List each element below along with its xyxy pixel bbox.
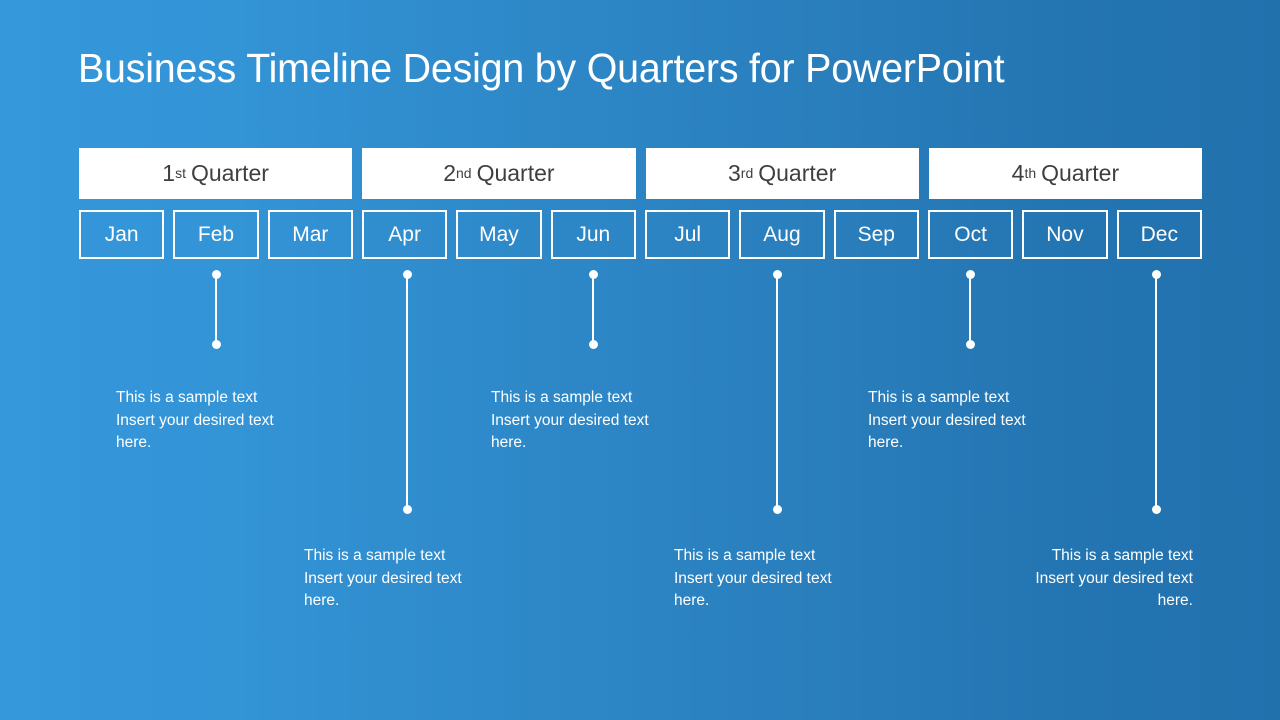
milestone-text-dec-line2: Insert your desired text <box>1035 569 1193 587</box>
milestone-text-jun-line3: here. <box>491 434 527 451</box>
month-box-oct[interactable]: Oct <box>927 210 1014 259</box>
connector-line-dec <box>1155 275 1157 510</box>
connector-dot-dec-top <box>1151 270 1161 279</box>
quarter-header-row: 1st Quarter 2nd Quarter 3rd Quarter 4th Quar… <box>79 148 1202 199</box>
quarter-word-3: Quarter <box>758 160 837 186</box>
quarter-word-1: Quarter <box>190 160 269 186</box>
milestone-text-feb: This is a sample text Insert your desire… <box>116 387 331 455</box>
connector-line-jun <box>592 275 594 345</box>
quarter-word-2: Quarter <box>476 160 555 186</box>
month-box-aug[interactable]: Aug <box>739 210 825 259</box>
connector-dot-oct-top <box>965 270 975 279</box>
milestone-text-jun-line1: This is a sample text <box>491 389 633 406</box>
milestone-text-apr-line3: here. <box>304 592 340 609</box>
connector-dot-oct-bottom <box>965 340 975 349</box>
quarter-number-2: 2 <box>443 160 456 186</box>
month-box-dec[interactable]: Dec <box>1116 210 1202 259</box>
milestone-text-jun: This is a sample text Insert your desire… <box>491 387 706 455</box>
connector-line-aug <box>776 275 778 510</box>
month-row: Jan Feb Mar Apr May Jun Jul Aug Sep Oct … <box>79 210 1202 259</box>
month-box-jan[interactable]: Jan <box>79 210 165 259</box>
connector-dot-dec-bottom <box>1151 505 1161 514</box>
month-box-may[interactable]: May <box>456 210 542 259</box>
milestone-text-jun-line2: Insert your desired text <box>491 411 649 429</box>
month-box-sep[interactable]: Sep <box>833 210 919 259</box>
milestone-text-aug: This is a sample text Insert your desire… <box>674 545 889 613</box>
milestone-text-feb-line2: Insert your desired text <box>116 411 274 429</box>
milestone-text-dec-line3: here. <box>1157 592 1193 609</box>
milestone-text-feb-line3: here. <box>116 434 152 451</box>
quarter-number-3: 3 <box>728 160 741 186</box>
milestone-text-apr: This is a sample text Insert your desire… <box>304 545 519 613</box>
quarter-box-4[interactable]: 4th Quarter <box>928 148 1202 199</box>
slide-canvas: Business Timeline Design by Quarters for… <box>0 0 1280 720</box>
quarter-number-1: 1 <box>162 160 176 186</box>
month-box-feb[interactable]: Feb <box>173 210 259 259</box>
milestone-text-dec-line1: This is a sample text <box>1051 547 1193 564</box>
milestone-text-apr-line1: This is a sample text <box>304 547 446 564</box>
month-box-jun[interactable]: Jun <box>550 210 636 259</box>
milestone-text-apr-line2: Insert your desired text <box>304 569 462 587</box>
milestone-text-aug-line1: This is a sample text <box>674 547 816 564</box>
connector-dot-apr-bottom <box>402 505 412 514</box>
connector-dot-aug-bottom <box>772 505 782 514</box>
connector-dot-apr-top <box>402 270 412 279</box>
quarter-box-1[interactable]: 1st Quarter <box>79 148 353 199</box>
page-title: Business Timeline Design by Quarters for… <box>78 45 1005 91</box>
connector-line-feb <box>215 275 217 345</box>
milestone-text-aug-line2: Insert your desired text <box>674 569 832 587</box>
month-box-mar[interactable]: Mar <box>267 210 353 259</box>
milestone-text-oct: This is a sample text Insert your desire… <box>868 387 1083 455</box>
milestone-text-feb-line1: This is a sample text <box>116 389 258 406</box>
milestone-text-oct-line1: This is a sample text <box>868 389 1010 406</box>
quarter-number-4: 4 <box>1011 160 1025 186</box>
connector-dot-feb-top <box>211 270 221 279</box>
connector-dot-jun-top <box>588 270 598 279</box>
quarter-box-2[interactable]: 2nd Quarter <box>362 148 636 199</box>
milestone-text-aug-line3: here. <box>674 592 710 609</box>
month-box-jul[interactable]: Jul <box>644 210 731 259</box>
connector-line-oct <box>969 275 971 345</box>
connector-dot-aug-top <box>772 270 782 279</box>
milestone-text-dec: This is a sample text Insert your desire… <box>978 545 1193 613</box>
milestone-text-oct-line2: Insert your desired text <box>868 411 1026 429</box>
milestone-text-oct-line3: here. <box>868 434 904 451</box>
quarter-box-3[interactable]: 3rd Quarter <box>645 148 919 199</box>
connector-dot-feb-bottom <box>211 340 221 349</box>
month-box-apr[interactable]: Apr <box>361 210 448 259</box>
month-box-nov[interactable]: Nov <box>1022 210 1108 259</box>
connector-dot-jun-bottom <box>588 340 598 349</box>
connector-line-apr <box>406 275 408 510</box>
quarter-word-4: Quarter <box>1041 160 1120 186</box>
